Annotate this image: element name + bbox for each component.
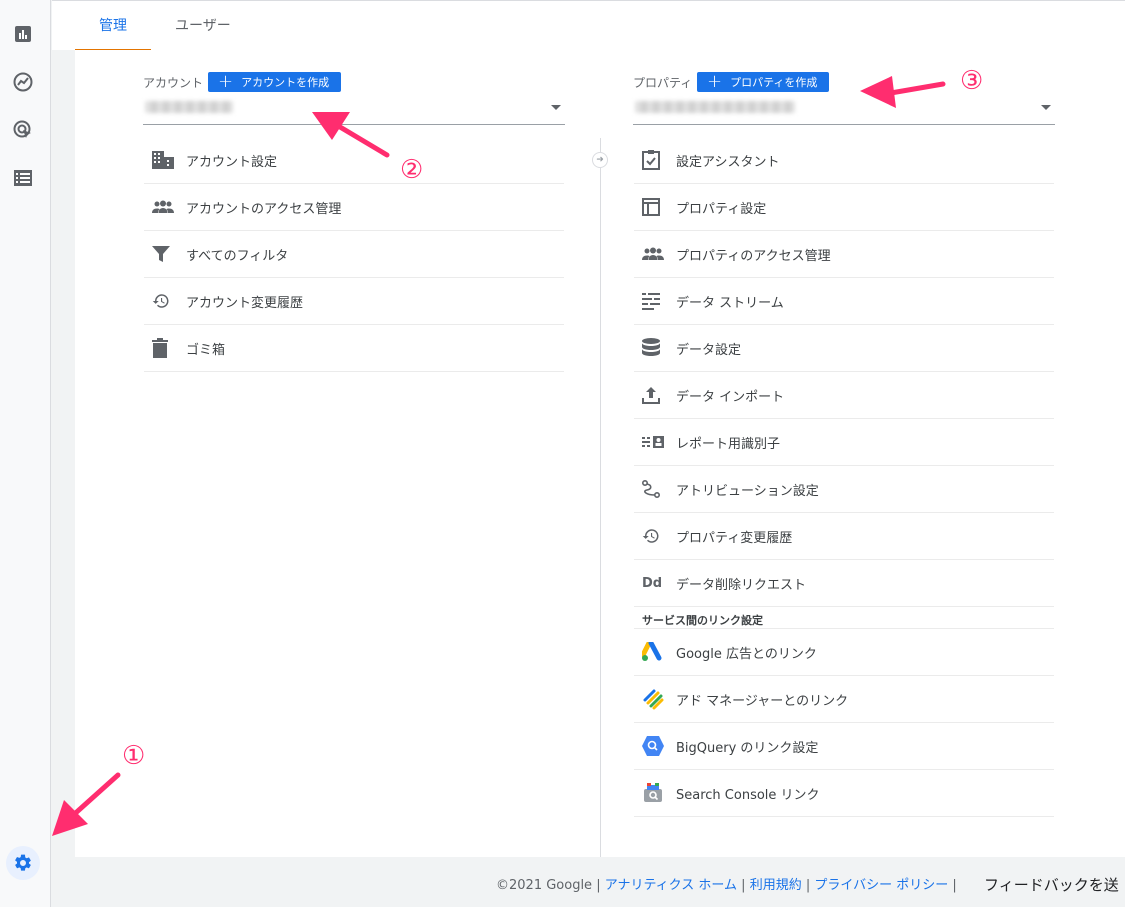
arrow-two-shaft <box>332 121 390 158</box>
annotation-arrows <box>52 76 946 836</box>
arrow-two-head <box>312 112 350 140</box>
arrow-three-head <box>860 76 896 108</box>
arrow-one-shaft <box>67 772 121 821</box>
